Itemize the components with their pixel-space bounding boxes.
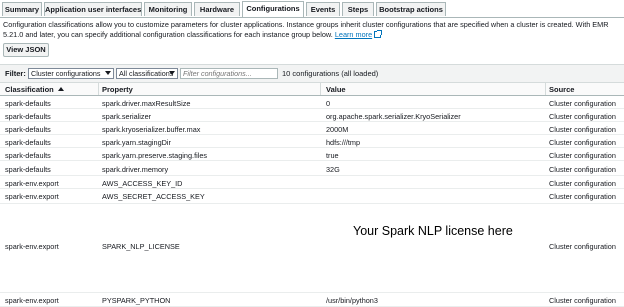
description-text: Configuration classifications allow you … — [3, 20, 609, 39]
tab-configurations[interactable]: Configurations — [242, 1, 304, 17]
tab-bar: Summary Application user interfaces Moni… — [0, 0, 624, 18]
cell-classification: spark-defaults — [5, 99, 51, 108]
cell-property: AWS_SECRET_ACCESS_KEY — [102, 192, 205, 201]
column-header-property[interactable]: Property — [102, 85, 133, 94]
tab-events[interactable]: Events — [306, 2, 340, 16]
cell-property: AWS_ACCESS_KEY_ID — [102, 179, 183, 188]
cell-classification: spark-defaults — [5, 151, 51, 160]
cell-value: org.apache.spark.serializer.KryoSerializ… — [326, 112, 461, 121]
cell-source: Cluster configuration — [549, 179, 616, 188]
table-row: spark-defaults spark.kryoserializer.buff… — [0, 122, 624, 135]
configurations-count: 10 configurations (all loaded) — [282, 69, 379, 78]
column-divider — [320, 83, 321, 95]
cell-source: Cluster configuration — [549, 138, 616, 147]
cell-value: hdfs:///tmp — [326, 138, 361, 147]
tab-bootstrap-actions[interactable]: Bootstrap actions — [376, 2, 446, 16]
classification-value: All classifications — [119, 69, 174, 78]
table-row: spark-defaults spark.yarn.preserve.stagi… — [0, 148, 624, 161]
cell-value: 32G — [326, 165, 340, 174]
cell-value: true — [326, 151, 339, 160]
cell-property: spark.serializer — [102, 112, 152, 121]
learn-more-link[interactable]: Learn more — [335, 30, 372, 39]
chevron-down-icon — [105, 71, 111, 75]
cell-property: spark.kryoserializer.buffer.max — [102, 125, 201, 134]
cell-property: spark.driver.memory — [102, 165, 169, 174]
view-json-button[interactable]: View JSON — [3, 43, 49, 57]
sort-ascending-icon — [57, 87, 64, 91]
cell-source: Cluster configuration — [549, 99, 616, 108]
cell-source: Cluster configuration — [549, 192, 616, 201]
tab-steps[interactable]: Steps — [342, 2, 374, 16]
table-header: Classification Property Value Source — [0, 83, 624, 96]
column-header-value[interactable]: Value — [326, 85, 346, 94]
table-row: spark-env.export AWS_SECRET_ACCESS_KEY C… — [0, 189, 624, 204]
cell-classification: spark-env.export — [5, 296, 59, 305]
column-header-source[interactable]: Source — [549, 85, 574, 94]
filter-bar: Filter: Cluster configurations All class… — [0, 64, 624, 83]
table-row: spark-env.export SPARK_NLP_LICENSE Clust… — [0, 204, 624, 293]
filter-label: Filter: — [5, 69, 26, 78]
tab-application-user-interfaces[interactable]: Application user interfaces — [44, 2, 142, 16]
table-row: spark-defaults spark.yarn.stagingDir hdf… — [0, 135, 624, 148]
license-placeholder-text: Your Spark NLP license here — [353, 224, 513, 238]
tab-hardware[interactable]: Hardware — [194, 2, 240, 16]
cell-source: Cluster configuration — [549, 112, 616, 121]
table-row: spark-defaults spark.serializer org.apac… — [0, 109, 624, 122]
cell-source: Cluster configuration — [549, 296, 616, 305]
cell-property: PYSPARK_PYTHON — [102, 296, 171, 305]
column-header-classification[interactable]: Classification — [5, 85, 64, 94]
configuration-scope-select[interactable]: Cluster configurations — [28, 68, 114, 79]
configuration-scope-value: Cluster configurations — [31, 69, 101, 78]
cell-classification: spark-env.export — [5, 179, 59, 188]
tab-monitoring[interactable]: Monitoring — [144, 2, 192, 16]
tab-summary[interactable]: Summary — [2, 2, 42, 16]
cell-property: spark.yarn.preserve.staging.files — [102, 151, 208, 160]
cell-classification: spark-defaults — [5, 112, 51, 121]
cell-source: Cluster configuration — [549, 242, 616, 251]
chevron-down-icon — [169, 71, 175, 75]
table-row: spark-env.export PYSPARK_PYTHON /usr/bin… — [0, 293, 624, 307]
column-divider — [98, 83, 99, 95]
table-row: spark-defaults spark.driver.maxResultSiz… — [0, 96, 624, 109]
cell-value: 2000M — [326, 125, 349, 134]
filter-configurations-input[interactable] — [180, 68, 278, 79]
cell-classification: spark-defaults — [5, 165, 51, 174]
cell-property: spark.driver.maxResultSize — [102, 99, 191, 108]
cell-classification: spark-env.export — [5, 242, 59, 251]
cell-value: 0 — [326, 99, 331, 108]
table-row: spark-env.export AWS_ACCESS_KEY_ID Clust… — [0, 176, 624, 189]
cell-classification: spark-env.export — [5, 192, 59, 201]
cell-property: spark.yarn.stagingDir — [102, 138, 171, 147]
cell-source: Cluster configuration — [549, 151, 616, 160]
cell-source: Cluster configuration — [549, 165, 616, 174]
column-divider — [545, 83, 546, 95]
table-row: spark-defaults spark.driver.memory 32G C… — [0, 161, 624, 176]
external-link-icon[interactable] — [374, 30, 383, 38]
cell-classification: spark-defaults — [5, 125, 51, 134]
cell-source: Cluster configuration — [549, 125, 616, 134]
column-header-classification-label: Classification — [5, 85, 54, 94]
cell-property: SPARK_NLP_LICENSE — [102, 242, 180, 251]
configurations-description: Configuration classifications allow you … — [3, 20, 621, 40]
cell-value: /usr/bin/python3 — [326, 296, 378, 305]
cell-classification: spark-defaults — [5, 138, 51, 147]
classification-select[interactable]: All classifications — [116, 68, 178, 79]
